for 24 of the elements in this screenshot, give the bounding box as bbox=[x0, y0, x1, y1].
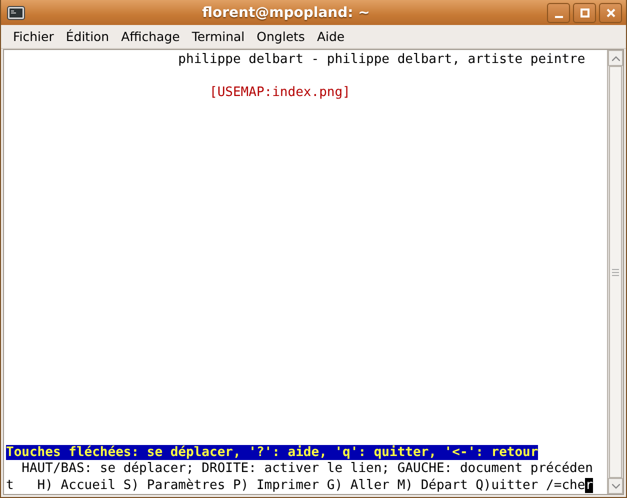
minimize-icon bbox=[554, 16, 562, 18]
close-button[interactable] bbox=[599, 2, 622, 22]
maximize-button[interactable] bbox=[573, 2, 596, 22]
close-icon bbox=[606, 8, 616, 18]
image-map-link[interactable]: [USEMAP:index.png] bbox=[6, 85, 350, 100]
scroll-down-button[interactable] bbox=[608, 478, 623, 494]
help-text: t H) Accueil S) Paramètres P) Imprimer G) Aller M) Départ Q)uitter /=che bbox=[6, 478, 586, 492]
terminal-icon bbox=[7, 6, 25, 20]
menu-item[interactable]: Affichage bbox=[115, 29, 186, 44]
scrollbar-thumb[interactable] bbox=[609, 66, 622, 478]
menu-item[interactable]: Édition bbox=[60, 29, 116, 44]
text-cursor: r bbox=[585, 478, 594, 492]
help-text: HAUT/BAS: se déplacer; DROITE: activer le lien; GAUCHE: document précéden bbox=[20, 461, 593, 476]
scroll-up-button[interactable] bbox=[608, 50, 623, 66]
window-title: florent@mpopland: ~ bbox=[201, 4, 371, 20]
minimize-button[interactable] bbox=[547, 2, 570, 22]
scrollbar[interactable] bbox=[607, 50, 623, 494]
menu-item[interactable]: Aide bbox=[310, 29, 351, 44]
maximize-icon bbox=[580, 8, 590, 18]
menu-item[interactable]: Fichier bbox=[7, 29, 60, 44]
page-title-text: philippe delbart - philippe delbart, artiste peintre bbox=[177, 52, 586, 67]
menu-item[interactable]: Terminal bbox=[186, 29, 251, 44]
grip-icon bbox=[612, 268, 619, 276]
menu-item[interactable]: Onglets bbox=[250, 29, 311, 44]
